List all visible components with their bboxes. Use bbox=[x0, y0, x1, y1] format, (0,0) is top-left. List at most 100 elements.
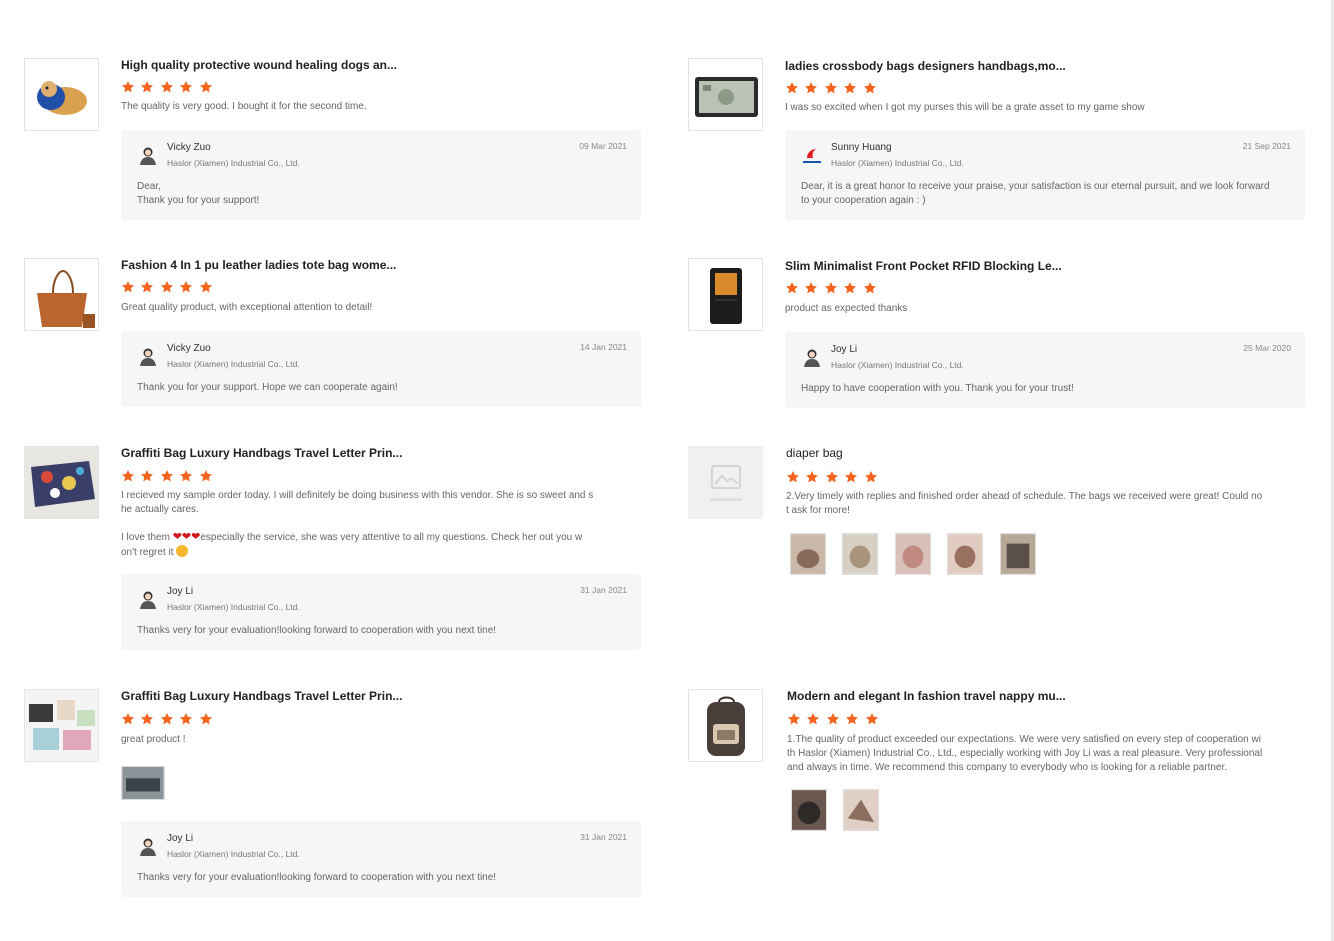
review-card: Graffiti Bag Luxury Handbags Travel Lett… bbox=[24, 446, 644, 652]
supplier-reply: Sunny Huang Haslor (Xiamen) Industrial C… bbox=[785, 130, 1305, 220]
reply-author-name: Vicky Zuo bbox=[167, 343, 211, 354]
product-title[interactable]: diaper bag bbox=[786, 446, 843, 460]
review-photo[interactable] bbox=[947, 533, 984, 575]
product-thumbnail[interactable] bbox=[688, 446, 763, 519]
product-thumbnail[interactable] bbox=[24, 446, 99, 519]
avatar-icon bbox=[137, 835, 159, 857]
review-photo[interactable] bbox=[121, 766, 165, 800]
supplier-reply: Joy Li Haslor (Xiamen) Industrial Co., L… bbox=[121, 574, 641, 650]
supplier-reply: Vicky Zuo Haslor (Xiamen) Industrial Co.… bbox=[121, 331, 641, 407]
review-photo[interactable] bbox=[894, 533, 931, 575]
star-icon bbox=[121, 469, 135, 483]
star-icon bbox=[199, 469, 213, 483]
rating-stars bbox=[121, 712, 214, 726]
star-icon bbox=[179, 469, 193, 483]
star-icon bbox=[785, 281, 799, 295]
product-thumbnail[interactable] bbox=[688, 258, 763, 331]
reply-date: 14 Jan 2021 bbox=[580, 342, 627, 352]
review-card: Fashion 4 In 1 pu leather ladies tote ba… bbox=[24, 258, 644, 408]
star-icon bbox=[160, 712, 174, 726]
avatar-icon bbox=[137, 345, 159, 367]
reply-author-name: Joy Li bbox=[167, 586, 194, 597]
graffiti-bag-product-icon bbox=[25, 447, 98, 518]
reply-date: 21 Sep 2021 bbox=[1242, 141, 1291, 151]
reply-author-name: Joy Li bbox=[831, 344, 858, 355]
star-struck-emoji-icon bbox=[176, 545, 189, 557]
graffiti-bags-set-product-icon bbox=[25, 690, 98, 761]
review-text: I recieved my sample order today. I will… bbox=[121, 490, 594, 558]
star-icon bbox=[805, 470, 819, 484]
star-icon bbox=[787, 712, 801, 726]
star-icon bbox=[160, 280, 174, 294]
reply-message: Thanks very for your evaluation!looking … bbox=[137, 872, 497, 883]
review-card: ladies crossbody bags designers handbags… bbox=[688, 58, 1308, 223]
rating-stars bbox=[121, 80, 214, 94]
reply-message: Dear, Thank you for your support! bbox=[137, 181, 260, 206]
review-photo[interactable] bbox=[790, 533, 826, 575]
star-icon bbox=[865, 712, 879, 726]
rating-stars bbox=[121, 280, 214, 294]
review-photo[interactable] bbox=[791, 789, 827, 831]
reply-company: Haslor (Xiamen) Industrial Co., Ltd. bbox=[167, 359, 300, 369]
reply-date: 31 Jan 2021 bbox=[580, 585, 627, 595]
star-icon bbox=[121, 280, 135, 294]
star-icon bbox=[121, 80, 135, 94]
rating-stars bbox=[785, 281, 878, 295]
review-photo[interactable] bbox=[842, 533, 879, 575]
review-photo[interactable] bbox=[843, 789, 880, 831]
tote-bag-product-icon bbox=[25, 259, 98, 330]
star-icon bbox=[806, 712, 820, 726]
money-purse-product-icon bbox=[689, 59, 762, 130]
product-title[interactable]: Graffiti Bag Luxury Handbags Travel Lett… bbox=[121, 689, 402, 703]
star-icon bbox=[824, 81, 838, 95]
dog-cone-product-icon bbox=[25, 59, 98, 130]
rating-stars bbox=[786, 470, 879, 484]
star-icon bbox=[786, 470, 800, 484]
product-thumbnail[interactable] bbox=[24, 689, 99, 762]
star-icon bbox=[826, 712, 840, 726]
product-thumbnail[interactable] bbox=[688, 58, 763, 131]
star-icon bbox=[864, 470, 878, 484]
star-icon bbox=[785, 81, 799, 95]
reply-company: Haslor (Xiamen) Industrial Co., Ltd. bbox=[831, 360, 964, 370]
reply-company: Haslor (Xiamen) Industrial Co., Ltd. bbox=[167, 602, 300, 612]
heart-emoji-icon: ❤❤❤ bbox=[172, 531, 201, 543]
product-thumbnail[interactable] bbox=[24, 58, 99, 131]
star-icon bbox=[199, 280, 213, 294]
review-photo[interactable] bbox=[999, 533, 1036, 575]
review-card: Graffiti Bag Luxury Handbags Travel Lett… bbox=[24, 689, 644, 901]
star-icon bbox=[160, 469, 174, 483]
review-text: 1.The quality of product exceeded our ex… bbox=[787, 734, 1263, 773]
product-title[interactable]: Modern and elegant In fashion travel nap… bbox=[787, 689, 1066, 703]
star-icon bbox=[844, 470, 858, 484]
star-icon bbox=[804, 281, 818, 295]
supplier-reply: Vicky Zuo Haslor (Xiamen) Industrial Co.… bbox=[121, 130, 641, 220]
product-title[interactable]: ladies crossbody bags designers handbags… bbox=[785, 59, 1066, 73]
product-thumbnail[interactable] bbox=[688, 689, 763, 762]
backpack-product-icon bbox=[689, 690, 762, 761]
star-icon bbox=[843, 281, 857, 295]
star-icon bbox=[140, 280, 154, 294]
reply-message: Happy to have cooperation with you. Than… bbox=[801, 383, 1074, 394]
star-icon bbox=[863, 281, 877, 295]
review-text: Great quality product, with exceptional … bbox=[121, 302, 373, 313]
star-icon bbox=[863, 81, 877, 95]
star-icon bbox=[199, 712, 213, 726]
product-thumbnail[interactable] bbox=[24, 258, 99, 331]
company-logo-icon bbox=[801, 144, 823, 166]
reply-message: Thank you for your support. Hope we can … bbox=[137, 382, 398, 393]
reply-date: 09 Mar 2021 bbox=[579, 141, 627, 151]
star-icon bbox=[845, 712, 859, 726]
reply-company: Haslor (Xiamen) Industrial Co., Ltd. bbox=[831, 158, 964, 168]
review-text: I was so excited when I got my purses th… bbox=[785, 102, 1145, 113]
review-text: product as expected thanks bbox=[785, 303, 908, 314]
product-title[interactable]: High quality protective wound healing do… bbox=[121, 58, 397, 72]
product-title[interactable]: Fashion 4 In 1 pu leather ladies tote ba… bbox=[121, 258, 396, 272]
product-title[interactable]: Graffiti Bag Luxury Handbags Travel Lett… bbox=[121, 446, 402, 460]
reply-author-name: Joy Li bbox=[167, 833, 194, 844]
reply-message: Dear, it is a great honor to receive you… bbox=[801, 181, 1270, 206]
star-icon bbox=[199, 80, 213, 94]
reply-author-name: Sunny Huang bbox=[831, 142, 892, 153]
reply-date: 31 Jan 2021 bbox=[580, 832, 627, 842]
product-title[interactable]: Slim Minimalist Front Pocket RFID Blocki… bbox=[785, 259, 1062, 273]
